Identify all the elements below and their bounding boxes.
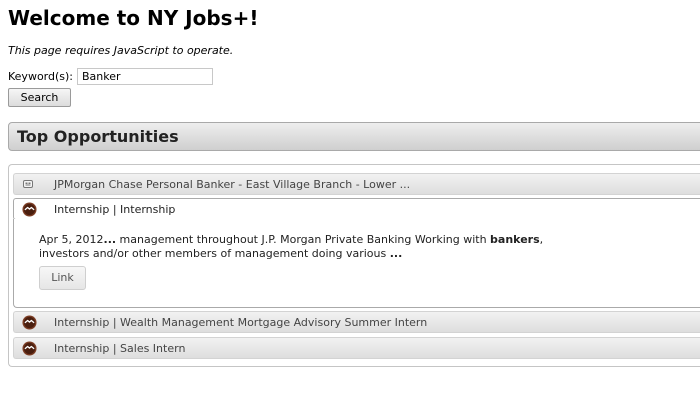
- snippet-ellipsis: ...: [103, 233, 117, 246]
- snippet-keyword: bankers: [490, 233, 540, 246]
- collapsed-panel-icon: [23, 180, 33, 188]
- snippet-line: investors and/or other members of manage…: [39, 247, 699, 261]
- job-logo-icon: [22, 315, 37, 330]
- snippet-line: Apr 5, 2012... management throughout J.P…: [39, 233, 699, 247]
- job-logo-icon: [22, 202, 37, 217]
- result-title: JPMorgan Chase Personal Banker - East Vi…: [54, 178, 411, 191]
- result-item-header[interactable]: Internship | Internship: [13, 198, 700, 220]
- keyword-label: Keyword(s):: [8, 70, 74, 83]
- result-title: Internship | Wealth Management Mortgage …: [54, 316, 428, 329]
- result-item-header[interactable]: Internship | Sales Intern: [13, 337, 700, 359]
- javascript-notice: This page requires JavaScript to operate…: [8, 44, 234, 57]
- snippet-date: Apr 5, 2012: [39, 233, 104, 246]
- keyword-input[interactable]: [77, 68, 214, 85]
- keyword-search-row: Keyword(s):: [8, 68, 214, 85]
- search-button[interactable]: Search: [8, 88, 71, 107]
- section-title: Top Opportunities: [17, 127, 179, 146]
- result-item-header[interactable]: Internship | Wealth Management Mortgage …: [13, 311, 700, 333]
- result-detail-panel: Apr 5, 2012... management throughout J.P…: [13, 219, 700, 308]
- job-logo-icon: [22, 341, 37, 356]
- page-title: Welcome to NY Jobs+!: [8, 6, 259, 30]
- link-button[interactable]: Link: [39, 266, 86, 290]
- snippet-text: ,: [539, 233, 544, 246]
- top-opportunities-header: Top Opportunities: [8, 122, 700, 151]
- result-title: Internship | Sales Intern: [54, 342, 186, 355]
- page: Welcome to NY Jobs+! This page requires …: [0, 0, 700, 400]
- snippet-text: investors and/or other members of manage…: [39, 247, 390, 260]
- result-snippet: Apr 5, 2012... management throughout J.P…: [39, 233, 699, 261]
- result-title: Internship | Internship: [54, 203, 176, 216]
- result-item-header[interactable]: JPMorgan Chase Personal Banker - East Vi…: [13, 173, 700, 195]
- snippet-text: management throughout J.P. Morgan Privat…: [116, 233, 491, 246]
- snippet-ellipsis: ...: [389, 247, 403, 260]
